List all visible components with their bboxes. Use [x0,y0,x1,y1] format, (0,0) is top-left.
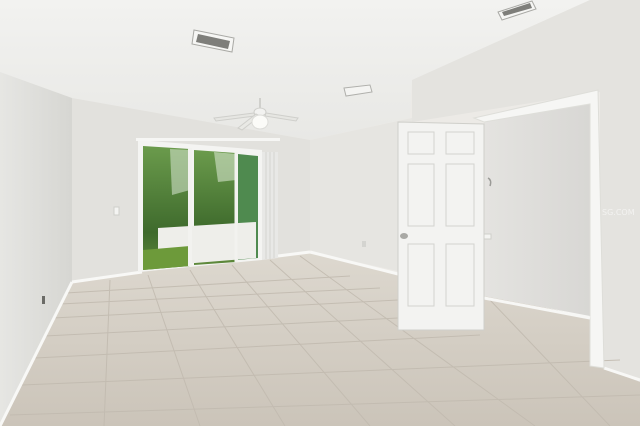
room-photo: SG.COM [0,0,640,426]
light-switch [113,206,120,216]
fan-light [251,114,269,130]
watermark: SG.COM [602,208,635,217]
curtain-rod [136,138,280,141]
empty-room-scene: SG.COM [0,0,640,426]
wall-outlet [42,296,45,304]
open-six-panel-door [397,121,485,331]
wall-outlet [362,241,366,247]
door-knob-icon [400,233,408,239]
sliding-glass-door [136,138,280,272]
middle-wall [310,118,412,274]
